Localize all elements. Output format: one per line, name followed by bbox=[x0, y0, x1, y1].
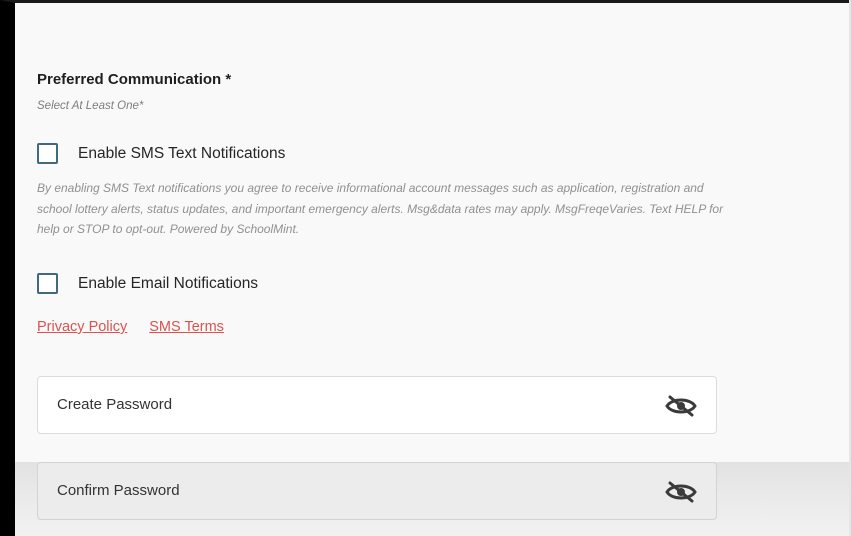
eye-slash-icon[interactable] bbox=[664, 394, 698, 418]
sms-notifications-checkbox[interactable] bbox=[37, 143, 58, 164]
create-password-field[interactable]: Create Password bbox=[37, 376, 717, 434]
sms-disclaimer-text: By enabling SMS Text notifications you a… bbox=[37, 181, 724, 236]
sms-terms-link[interactable]: SMS Terms bbox=[149, 319, 224, 335]
sms-notifications-label[interactable]: Enable SMS Text Notifications bbox=[78, 145, 285, 163]
sms-notifications-option[interactable]: Enable SMS Text Notifications bbox=[37, 143, 285, 164]
create-password-placeholder: Create Password bbox=[57, 396, 173, 413]
email-notifications-checkbox[interactable] bbox=[37, 273, 58, 294]
select-at-least-one-hint: Select At Least One* bbox=[37, 100, 144, 112]
privacy-policy-link[interactable]: Privacy Policy bbox=[37, 319, 127, 335]
confirm-password-placeholder: Confirm Password bbox=[57, 482, 180, 499]
preferred-communication-heading: Preferred Communication * bbox=[37, 71, 232, 88]
confirm-password-field[interactable]: Confirm Password bbox=[37, 462, 717, 520]
eye-slash-icon[interactable] bbox=[664, 480, 698, 504]
email-notifications-option[interactable]: Enable Email Notifications bbox=[37, 273, 258, 294]
email-notifications-label[interactable]: Enable Email Notifications bbox=[78, 275, 258, 293]
policy-links: Privacy Policy SMS Terms bbox=[37, 319, 224, 335]
